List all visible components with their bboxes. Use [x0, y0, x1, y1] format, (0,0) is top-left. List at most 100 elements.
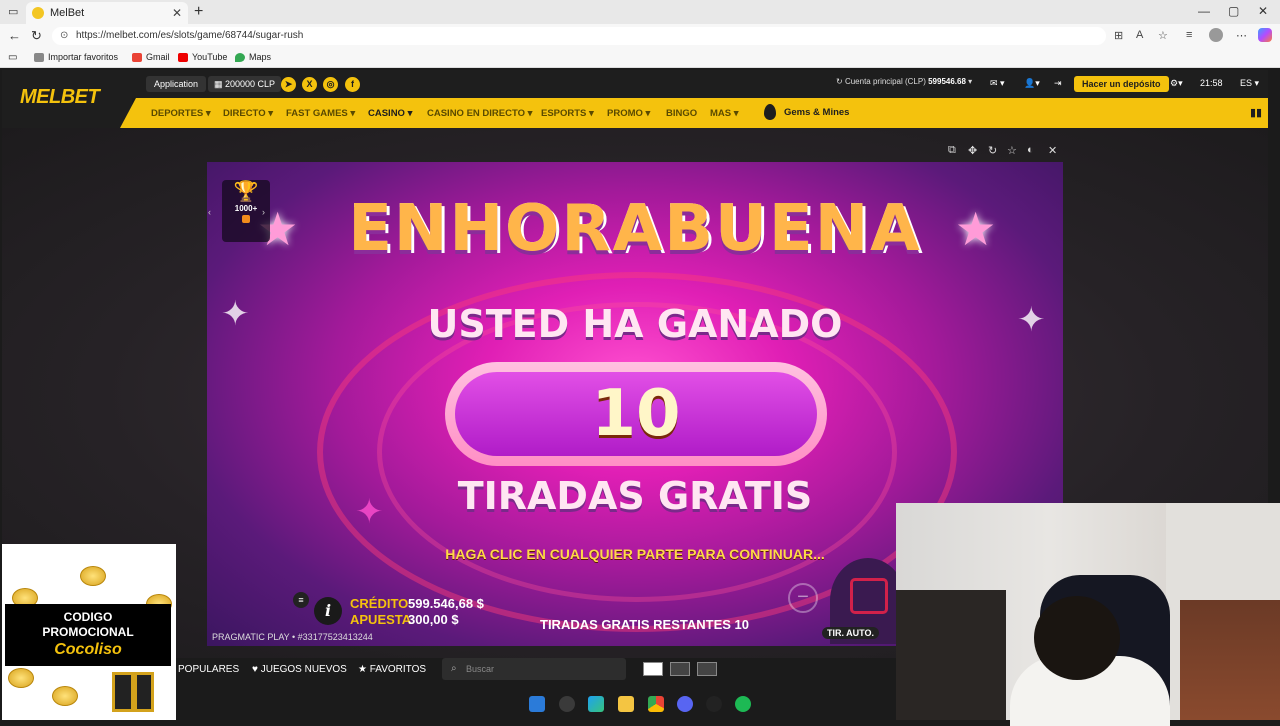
favorites-link[interactable]: ★ FAVORITOS: [358, 664, 426, 675]
application-button[interactable]: Application: [146, 76, 207, 92]
win-count-pill: 10: [445, 362, 827, 466]
discord-icon[interactable]: [677, 696, 693, 712]
nav-gems-mines[interactable]: Gems & Mines: [764, 104, 849, 120]
deposit-button[interactable]: Hacer un depósito: [1074, 76, 1169, 92]
move-icon[interactable]: ✥: [968, 144, 977, 157]
tab-actions-icon[interactable]: ▭: [8, 5, 18, 18]
star-icon: ★: [358, 664, 370, 675]
reload-icon[interactable]: ↻: [31, 28, 42, 44]
close-window-icon[interactable]: ✕: [1258, 4, 1268, 18]
bookmark-youtube[interactable]: YouTube: [178, 52, 227, 62]
gems-label: Gems & Mines: [784, 106, 850, 118]
gem-icon: [764, 104, 776, 120]
toggle-theme-icon[interactable]: ◐: [1027, 144, 1034, 156]
promo-code: Cocoliso: [54, 641, 122, 658]
site-info-icon[interactable]: ⊙: [60, 30, 68, 41]
refresh-icon[interactable]: ↻: [836, 77, 845, 86]
logout-icon[interactable]: ⇥: [1054, 78, 1062, 89]
search-icon: ⌕: [451, 663, 457, 674]
popular-link[interactable]: POPULARES: [178, 664, 239, 675]
url-text: https://melbet.com/es/slots/game/68744/s…: [76, 30, 304, 41]
nav-mas[interactable]: MAS ▾: [710, 108, 739, 119]
bookmark-label: Importar favoritos: [48, 52, 119, 62]
bookmark-label: Gmail: [146, 52, 170, 62]
browser-tab[interactable]: MelBet ✕: [26, 2, 188, 24]
profile-avatar[interactable]: [1209, 28, 1223, 42]
maximize-icon[interactable]: ▢: [1228, 4, 1239, 18]
app-available-icon[interactable]: ⊞: [1114, 29, 1123, 42]
account-balance[interactable]: ↻ Cuenta principal (CLP) 599546.68 ▾: [836, 77, 972, 86]
windows-start-icon[interactable]: [529, 696, 545, 712]
autoplay-button[interactable]: TIR. AUTO.: [822, 627, 879, 639]
game-menu-icon[interactable]: ≡: [293, 592, 309, 608]
promo-code-box: CODIGO PROMOCIONAL Cocoliso: [5, 604, 171, 666]
bookmark-import[interactable]: Importar favoritos: [34, 52, 118, 62]
gift-icon: ▦: [214, 79, 226, 89]
free-spins-remaining: TIRADAS GRATIS RESTANTES 10: [540, 617, 749, 632]
decrease-bet-button[interactable]: −: [788, 583, 818, 613]
favorite-game-icon[interactable]: ☆: [1007, 144, 1017, 157]
chrome-icon[interactable]: [648, 696, 664, 712]
view-grid-icon[interactable]: [697, 662, 717, 676]
info-icon[interactable]: i: [314, 597, 342, 625]
bonus-button[interactable]: ▦ 200000 CLP: [208, 76, 282, 92]
spin-stop-button[interactable]: [850, 578, 888, 614]
facebook-icon[interactable]: f: [345, 77, 360, 92]
nav-deportes[interactable]: DEPORTES ▾: [151, 108, 211, 119]
melbet-favicon-icon: [32, 7, 44, 19]
x-icon[interactable]: X: [302, 77, 317, 92]
file-explorer-icon[interactable]: [618, 696, 634, 712]
new-games-link[interactable]: ♥ JUEGOS NUEVOS: [252, 664, 347, 675]
nav-casino-en-directo[interactable]: CASINO EN DIRECTO ▾: [427, 108, 532, 119]
favorite-star-icon[interactable]: ☆: [1158, 29, 1168, 42]
trophy-next-icon[interactable]: ›: [262, 207, 265, 217]
webcam-person-head: [1034, 596, 1120, 680]
bookmark-gmail[interactable]: Gmail: [132, 52, 170, 62]
bookmark-menu-icon[interactable]: ▭: [8, 52, 17, 63]
close-tab-icon[interactable]: ✕: [172, 6, 182, 20]
bet-label: APUESTA: [350, 612, 412, 627]
user-icon[interactable]: 👤▾: [1024, 78, 1040, 89]
browser-title-bar: [0, 0, 1280, 24]
telegram-icon[interactable]: ➤: [281, 77, 296, 92]
book-icon[interactable]: ▮▮: [1250, 106, 1262, 119]
nav-esports[interactable]: ESPORTS ▾: [541, 108, 594, 119]
view-single-icon[interactable]: [643, 662, 663, 676]
spotify-icon[interactable]: [735, 696, 751, 712]
nav-fast-games[interactable]: FAST GAMES ▾: [286, 108, 355, 119]
win-subtitle: USTED HA GANADO: [427, 302, 843, 346]
url-field[interactable]: ⊙ https://melbet.com/es/slots/game/68744…: [52, 27, 1106, 45]
language-select[interactable]: ES ▾: [1240, 78, 1259, 89]
autoplay-label: TIR. AUTO.: [827, 628, 874, 638]
nav-promo[interactable]: PROMO ▾: [607, 108, 650, 119]
open-new-window-icon[interactable]: ⧉: [948, 144, 956, 157]
edge-icon[interactable]: [588, 696, 604, 712]
game-search-input[interactable]: ⌕ Buscar: [442, 658, 626, 680]
gift-box-icon: [112, 672, 154, 712]
nav-casino[interactable]: CASINO ▾: [368, 108, 412, 119]
logo-text: MELBET: [20, 86, 100, 108]
favorites-list-icon[interactable]: ≡: [1186, 29, 1192, 41]
github-icon[interactable]: [706, 696, 722, 712]
view-double-icon[interactable]: [670, 662, 690, 676]
melbet-logo[interactable]: MELBET: [20, 86, 100, 109]
settings-gear-icon[interactable]: ⚙▾: [1170, 78, 1183, 89]
messages-icon[interactable]: ✉ ▾: [990, 78, 1005, 89]
minimize-icon[interactable]: —: [1198, 4, 1210, 18]
nav-bingo[interactable]: BINGO: [666, 108, 697, 119]
nav-directo[interactable]: DIRECTO ▾: [223, 108, 273, 119]
copilot-icon[interactable]: [1258, 28, 1272, 42]
coin-icon: [8, 668, 34, 688]
search-taskbar-icon[interactable]: [559, 696, 575, 712]
new-games-label: JUEGOS NUEVOS: [260, 664, 347, 675]
new-tab-button[interactable]: +: [194, 3, 203, 21]
reload-game-icon[interactable]: ↻: [988, 144, 997, 157]
back-icon[interactable]: ←: [8, 28, 21, 43]
trophy-prev-icon[interactable]: ‹: [208, 207, 211, 217]
instagram-icon[interactable]: ◎: [323, 77, 338, 92]
bookmark-maps[interactable]: Maps: [235, 52, 271, 62]
more-menu-icon[interactable]: ⋯: [1236, 29, 1247, 42]
webcam-floor: [1180, 600, 1280, 720]
read-aloud-icon[interactable]: A: [1136, 29, 1143, 41]
close-game-icon[interactable]: ✕: [1048, 144, 1057, 157]
